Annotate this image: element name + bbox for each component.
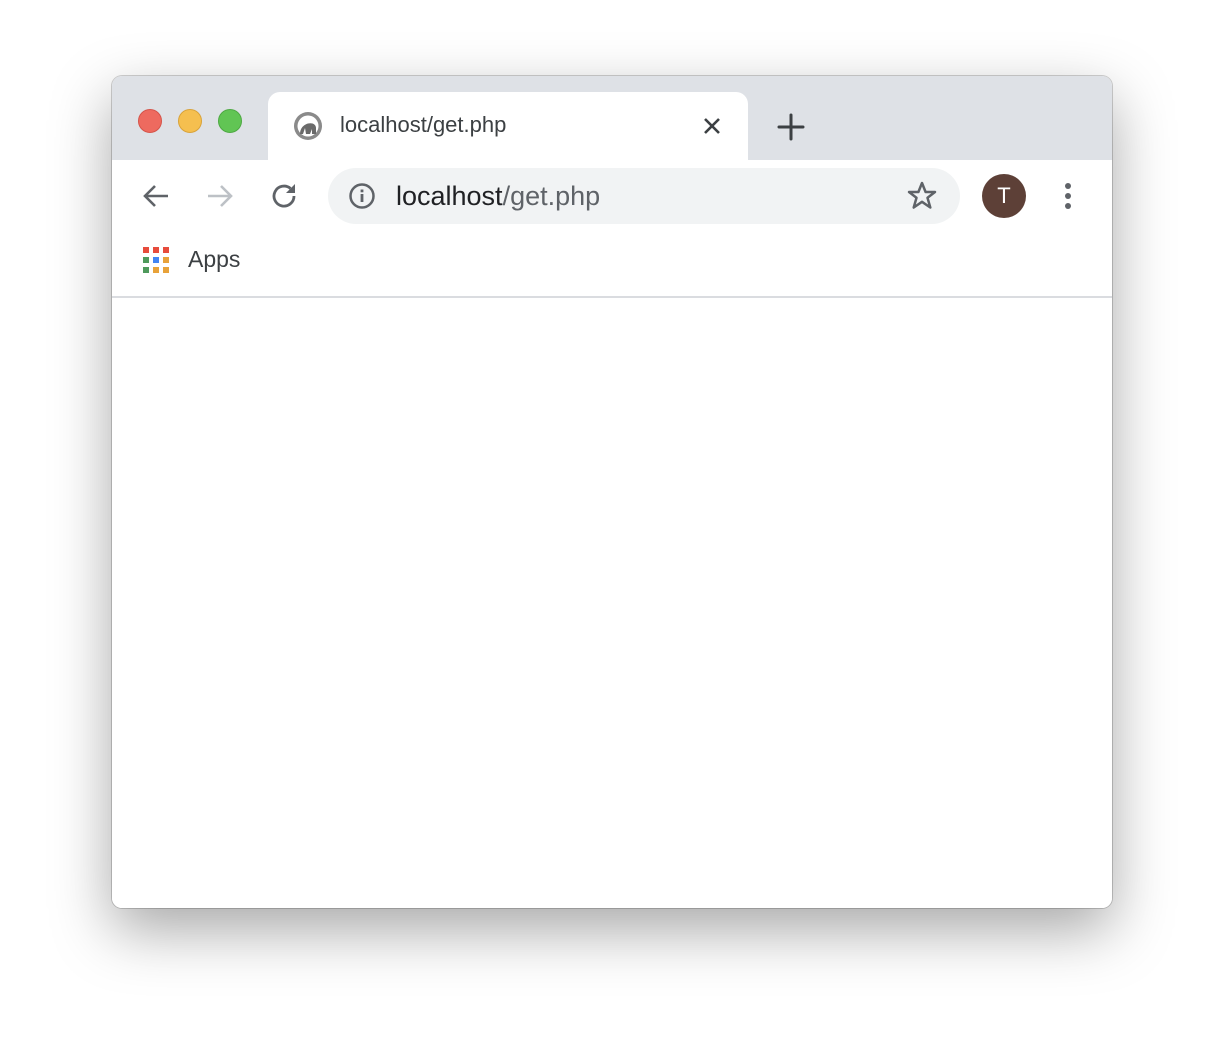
plus-icon[interactable] [776,112,806,142]
tab-strip: localhost/get.php [112,76,1112,160]
toolbar: localhost/get.php T [112,160,1112,232]
close-icon[interactable] [700,114,724,138]
kebab-menu-icon[interactable] [1056,180,1080,212]
tab-title: localhost/get.php [340,112,507,137]
info-icon[interactable] [348,182,376,210]
globe-icon [294,112,322,140]
arrow-right-icon[interactable] [204,180,236,212]
window-minimize-button[interactable] [178,109,202,133]
reload-icon[interactable] [268,180,300,212]
address-bar[interactable]: localhost/get.php [328,168,960,224]
browser-window: localhost/get.php localhost/get.php T Ap… [112,76,1112,908]
page-content [112,298,1112,908]
url-text[interactable]: localhost/get.php [396,181,600,212]
window-close-button[interactable] [138,109,162,133]
bookmarks-bar: Apps [112,232,1112,298]
apps-bookmark[interactable]: Apps [188,246,240,273]
tab-active[interactable]: localhost/get.php [268,92,748,160]
url-host: localhost [396,181,503,211]
arrow-left-icon[interactable] [140,180,172,212]
window-maximize-button[interactable] [218,109,242,133]
star-icon[interactable] [906,180,938,212]
url-path: /get.php [502,181,601,211]
apps-grid-icon[interactable] [142,246,170,274]
avatar[interactable]: T [982,174,1026,218]
